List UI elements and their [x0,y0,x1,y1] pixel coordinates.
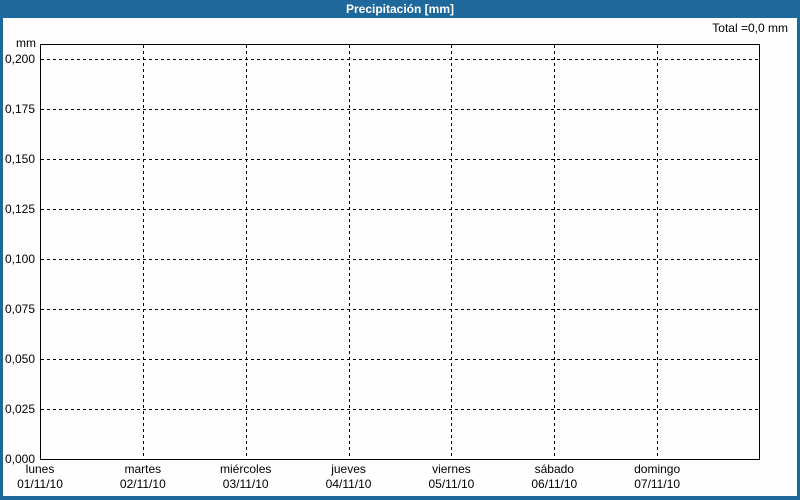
total-label: Total =0,0 mm [712,21,788,35]
weekday-date: 05/11/10 [428,477,475,491]
y-tick-label: 0,025 [4,402,35,416]
weekday-date: 06/11/10 [531,477,578,491]
weekday-name: domingo [634,462,681,476]
x-gridline [246,45,247,459]
weekday-name: lunes [25,462,55,476]
plot-area [40,44,760,460]
x-day-label: sábado 06/11/10 [502,462,606,492]
x-day-label: miércoles 03/11/10 [194,462,298,492]
y-gridline [41,259,759,260]
x-day-label: martes 02/11/10 [91,462,195,492]
weekday-name: miércoles [220,462,272,476]
weekday-name: jueves [331,462,366,476]
y-tick-label: 0,075 [4,302,35,316]
y-tick-label: 0,050 [4,352,35,366]
y-gridline [41,59,759,60]
weekday-date: 03/11/10 [222,477,269,491]
weekday-date: 01/11/10 [17,477,63,491]
window-border-bottom [0,496,800,500]
weekday-date: 04/11/10 [325,477,372,491]
x-day-label: viernes 05/11/10 [399,462,503,492]
x-gridline [554,45,555,459]
weekday-name: viernes [432,462,471,476]
y-axis-unit-label: mm [16,36,36,50]
y-gridline [41,209,759,210]
x-gridline [451,45,452,459]
precipitation-chart-window: Precipitación [mm] Total =0,0 mm mm 0,20… [0,0,800,500]
y-gridline [41,309,759,310]
y-tick-label: 0,100 [4,252,35,266]
weekday-name: martes [124,462,162,476]
y-tick-label: 0,150 [4,152,35,166]
y-tick-label: 0,200 [4,52,35,66]
x-gridline [657,45,658,459]
chart-title: Precipitación [mm] [345,2,455,16]
x-gridline [349,45,350,459]
y-gridline [41,159,759,160]
x-day-label: lunes 01/11/10 [0,462,92,492]
x-gridline [143,45,144,459]
weekday-date: 02/11/10 [119,477,166,491]
y-gridline [41,109,759,110]
y-tick-label: 0,125 [4,202,35,216]
x-day-label: jueves 04/11/10 [297,462,401,492]
y-gridline [41,359,759,360]
title-bar: Precipitación [mm] [0,0,800,18]
y-tick-label: 0,175 [4,102,35,116]
y-gridline [41,409,759,410]
weekday-date: 07/11/10 [634,477,681,491]
window-border-left [0,18,3,496]
x-day-label: domingo 07/11/10 [605,462,709,492]
weekday-name: sábado [534,462,574,476]
